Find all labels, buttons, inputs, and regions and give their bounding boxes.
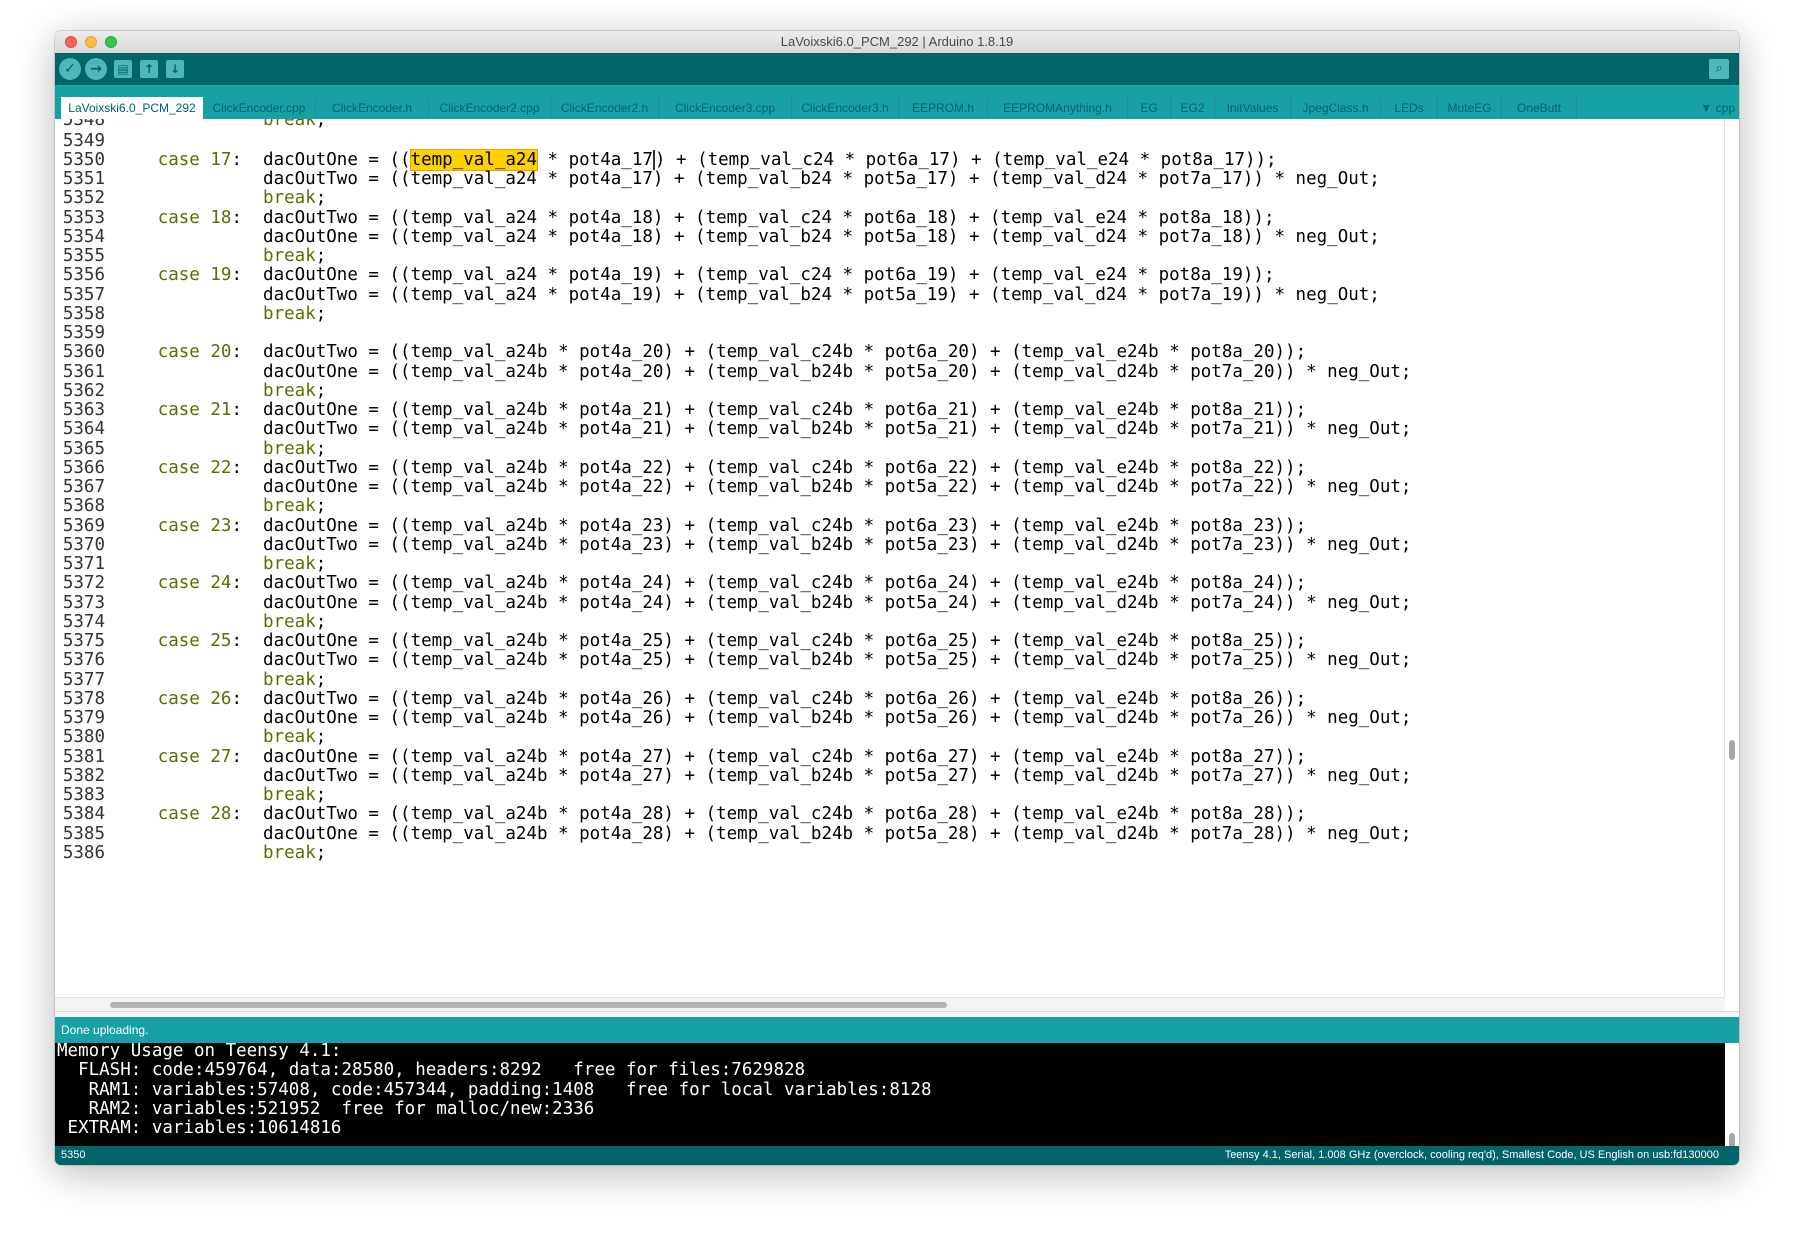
cursor-line-number: 5350 [61, 1149, 86, 1161]
tab-clickencoder-h[interactable]: ClickEncoder.h [316, 97, 429, 119]
ide-window: LaVoixski6.0_PCM_292 | Arduino 1.8.19 ✓ … [55, 31, 1739, 1165]
tab-clickencoder2-h[interactable]: ClickEncoder2.h [551, 97, 659, 119]
arrow-up-icon: ↑ [140, 60, 158, 78]
code-line[interactable]: 5386 break; [55, 842, 1725, 864]
chevron-down-icon: ▼ [1700, 101, 1716, 115]
tab-eepromanything-h[interactable]: EEPROMAnything.h [988, 97, 1128, 119]
sketch-tabs: LaVoixski6.0_PCM_292 ClickEncoder.cpp Clic… [55, 85, 1739, 119]
console-output: Memory Usage on Teensy 4.1: FLASH: code:… [55, 1043, 1725, 1154]
console-vertical-scrollbar[interactable] [1725, 1043, 1739, 1154]
document-icon: ▤ [114, 60, 132, 78]
serial-monitor-button[interactable]: ⌕ [1709, 59, 1729, 79]
tab-menu-button[interactable]: ▼ cpp [1698, 97, 1737, 119]
tab-clickencoder3-cpp[interactable]: ClickEncoder3.cpp [659, 97, 792, 119]
board-info[interactable]: Teensy 4.1, Serial, 1.008 GHz (overclock… [1225, 1149, 1719, 1161]
tab-initvalues[interactable]: InitValues [1215, 97, 1291, 119]
editor-vertical-scrollbar[interactable] [1724, 119, 1739, 997]
tab-muteeg[interactable]: MuteEG [1438, 97, 1502, 119]
arrow-down-icon: ↓ [166, 60, 184, 78]
editor-scroll-thumb[interactable] [1729, 740, 1735, 760]
tab-eeprom-h[interactable]: EEPROM.h [899, 97, 988, 119]
footer-bar: 5350 Teensy 4.1, Serial, 1.008 GHz (over… [55, 1146, 1739, 1165]
arrow-right-icon: → [90, 61, 102, 77]
toolbar: ✓ → ▤ ↑ ↓ ⌕ [55, 53, 1739, 85]
window-title: LaVoixski6.0_PCM_292 | Arduino 1.8.19 [780, 34, 1014, 49]
tab-clickencoder3-h[interactable]: ClickEncoder3.h [792, 97, 899, 119]
tab-leds[interactable]: LEDs [1381, 97, 1438, 119]
save-sketch-button[interactable]: ↓ [165, 59, 185, 79]
checkmark-icon: ✓ [64, 61, 76, 77]
open-sketch-button[interactable]: ↑ [139, 59, 159, 79]
tab-jpegclass-h[interactable]: JpegClass.h [1291, 97, 1381, 119]
tab-menu-label: cpp [1715, 101, 1735, 115]
tab-clickencoder2-cpp[interactable]: ClickEncoder2.cpp [429, 97, 551, 119]
tab-eg[interactable]: EG [1128, 97, 1171, 119]
status-message: Done uploading. [61, 1023, 149, 1037]
status-bar: Done uploading. [55, 1017, 1739, 1043]
magnifier-icon: ⌕ [1715, 61, 1723, 76]
code-editor[interactable]: 5348 break; 5349 5350 case 17: dacOutOne =… [55, 119, 1725, 997]
tab-lavoixski6-0-pcm-292[interactable]: LaVoixski6.0_PCM_292 [61, 97, 203, 119]
editor-hscroll-thumb[interactable] [110, 1002, 947, 1008]
tab-eg2[interactable]: EG2 [1171, 97, 1215, 119]
tab-clickencoder-cpp[interactable]: ClickEncoder.cpp [203, 97, 316, 119]
tab-onebutt[interactable]: OneButt [1502, 97, 1577, 119]
verify-button[interactable]: ✓ [59, 58, 81, 80]
console-line: EXTRAM: variables:10614816 [57, 1118, 342, 1138]
new-sketch-button[interactable]: ▤ [113, 59, 133, 79]
upload-button[interactable]: → [85, 58, 107, 80]
editor-horizontal-scrollbar[interactable] [55, 997, 1725, 1012]
title-bar: LaVoixski6.0_PCM_292 | Arduino 1.8.19 [55, 31, 1739, 54]
